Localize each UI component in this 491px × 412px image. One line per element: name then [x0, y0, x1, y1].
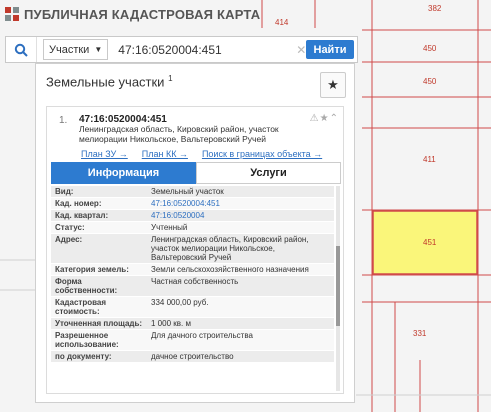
- info-key: Уточненная площадь:: [55, 319, 143, 328]
- table-row: Кадастровая стоимость: 334 000,00 руб.: [51, 297, 334, 318]
- info-key: Адрес:: [55, 235, 83, 244]
- info-value: Ленинградская область, Кировский район, …: [151, 235, 309, 262]
- table-row: Вид: Земельный участок: [51, 186, 334, 198]
- info-key: по документу:: [55, 352, 112, 361]
- search-bar: Участки ▼ ✕ Найти: [5, 36, 358, 63]
- info-key: Кадастровая стоимость:: [55, 298, 107, 316]
- info-key: Кад. квартал:: [55, 211, 109, 220]
- results-panel: Земельные участки 1 ★ 1. 47:16:0520004:4…: [35, 63, 355, 403]
- table-row: Кад. квартал: 47:16:0520004: [51, 210, 334, 222]
- info-value: Земельный участок: [151, 187, 224, 196]
- warning-icon[interactable]: ⚠: [310, 113, 320, 124]
- link-search-in-bounds[interactable]: Поиск в границах объекта →: [202, 149, 322, 159]
- table-row: Разрешенное использование: Для дачного с…: [51, 330, 334, 351]
- object-type-select[interactable]: Участки ▼: [43, 39, 109, 60]
- info-key: Разрешенное использование:: [55, 331, 119, 349]
- table-row: Кад. номер: 47:16:0520004:451: [51, 198, 334, 210]
- table-row: Уточненная площадь: 1 000 кв. м: [51, 318, 334, 330]
- map-label-451: 451: [423, 238, 437, 247]
- find-button[interactable]: Найти: [306, 40, 354, 59]
- favorite-button[interactable]: ★: [320, 72, 346, 98]
- search-icon[interactable]: [6, 37, 37, 62]
- parcel-card: 1. 47:16:0520004:451 Ленинградская облас…: [46, 106, 344, 394]
- info-key: Форма собственности:: [55, 277, 118, 295]
- object-type-select-label: Участки: [49, 43, 90, 56]
- info-scrollbar[interactable]: [336, 186, 340, 391]
- info-value: Учтенный: [151, 223, 188, 232]
- info-value: Частная собственность: [151, 277, 239, 286]
- search-input[interactable]: [116, 41, 291, 58]
- link-plan-kk[interactable]: План КК →: [142, 149, 188, 159]
- info-table: Вид: Земельный участок Кад. номер: 47:16…: [51, 186, 334, 363]
- chevron-down-icon: ▼: [94, 45, 103, 54]
- app-title: ПУБЛИЧНАЯ КАДАСТРОВАЯ КАРТА: [24, 6, 261, 22]
- info-value: дачное строительство: [151, 352, 234, 361]
- scrollbar-thumb[interactable]: [336, 246, 340, 326]
- map-label-450-b: 450: [423, 77, 437, 86]
- table-row: Адрес: Ленинградская область, Кировский …: [51, 234, 334, 264]
- app-logo-icon: [5, 7, 19, 21]
- star-icon[interactable]: ★: [320, 113, 330, 124]
- table-row: Категория земель: Земли сельскохозяйстве…: [51, 264, 334, 276]
- table-row: Форма собственности: Частная собственнос…: [51, 276, 334, 297]
- info-key: Вид:: [55, 187, 74, 196]
- star-icon: ★: [327, 77, 339, 92]
- info-key: Статус:: [55, 223, 85, 232]
- info-key: Кад. номер:: [55, 199, 102, 208]
- tab-information[interactable]: Информация: [51, 162, 196, 184]
- info-value: 1 000 кв. м: [151, 319, 191, 328]
- chevron-up-icon[interactable]: ⌃: [330, 113, 339, 124]
- info-value: Для дачного строительства: [151, 331, 253, 340]
- link-plan-zu[interactable]: План ЗУ →: [81, 149, 128, 159]
- panel-title-count: 1: [168, 74, 173, 83]
- card-address: Ленинградская область, Кировский район, …: [79, 124, 279, 144]
- info-value-quarter-link[interactable]: 47:16:0520004: [147, 210, 334, 221]
- info-value: 334 000,00 руб.: [151, 298, 209, 307]
- table-row: по документу: дачное строительство: [51, 351, 334, 363]
- map-label-331: 331: [413, 329, 427, 338]
- info-key: Категория земель:: [55, 265, 129, 274]
- card-links: План ЗУ → План КК → Поиск в границах объ…: [81, 149, 322, 159]
- app-header: ПУБЛИЧНАЯ КАДАСТРОВАЯ КАРТА: [0, 0, 300, 28]
- panel-title: Земельные участки 1: [46, 74, 173, 89]
- panel-title-text: Земельные участки: [46, 74, 165, 90]
- info-value: Земли сельскохозяйственного назначения: [151, 265, 309, 274]
- tab-services[interactable]: Услуги: [196, 162, 341, 184]
- map-label-382: 382: [428, 4, 442, 13]
- card-tabs: Информация Услуги: [51, 162, 341, 184]
- map-label-411: 411: [423, 155, 436, 164]
- card-actions: ⚠★⌃: [310, 113, 339, 124]
- info-value-cadnum-link[interactable]: 47:16:0520004:451: [147, 198, 334, 209]
- table-row: Статус: Учтенный: [51, 222, 334, 234]
- card-index: 1.: [59, 115, 68, 126]
- map-label-450-a: 450: [423, 44, 437, 53]
